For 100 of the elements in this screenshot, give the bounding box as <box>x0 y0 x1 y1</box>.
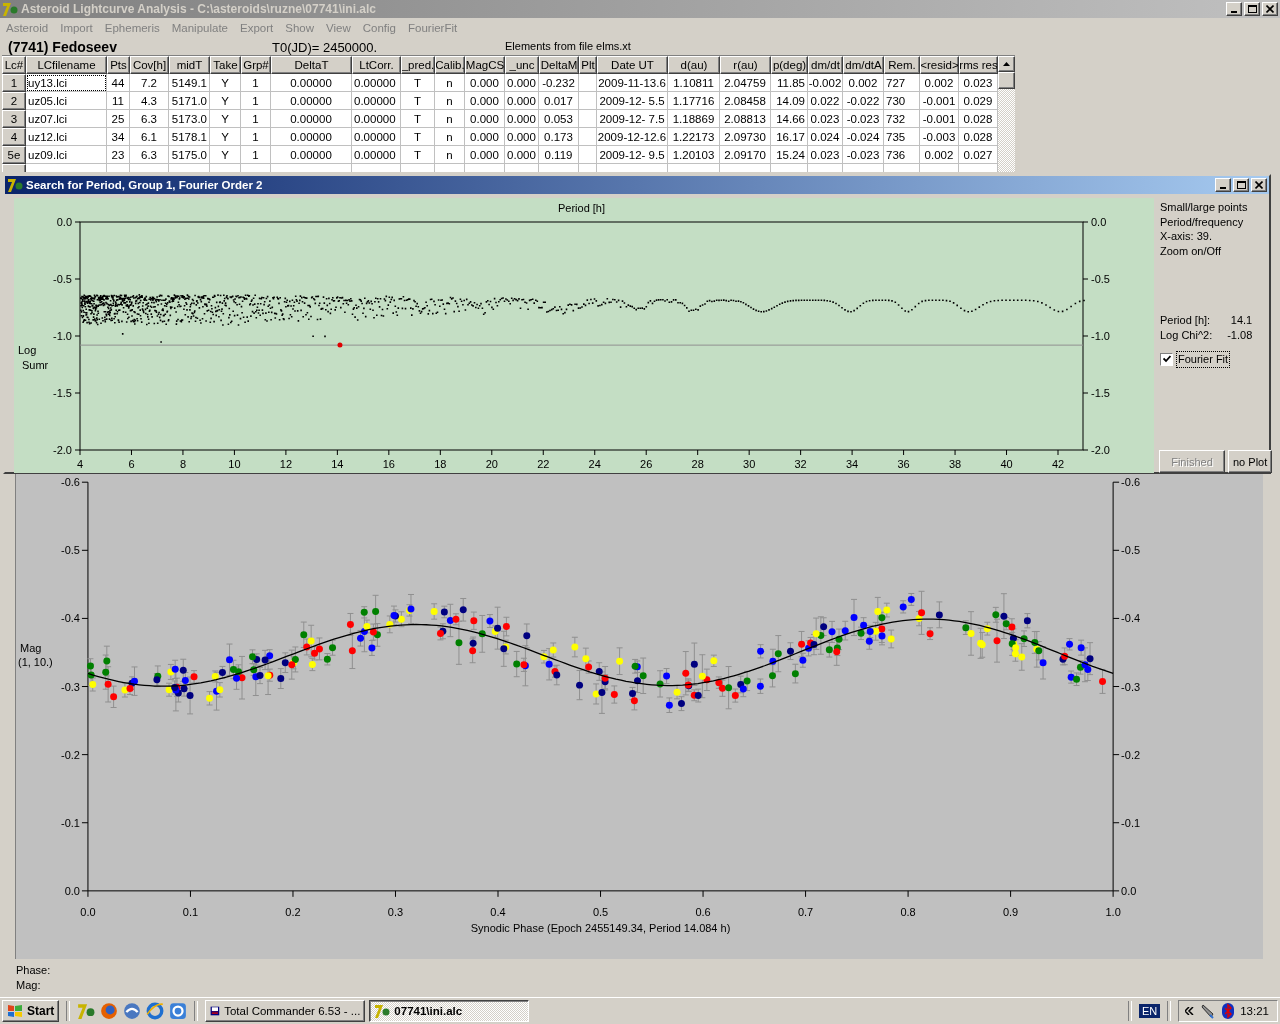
table-cell: 736 <box>884 146 920 164</box>
table-cell: 0.002 <box>843 74 884 92</box>
table-cell <box>579 74 597 92</box>
column-header[interactable]: DeltaT <box>271 56 352 74</box>
plot-option[interactable]: Period/frequency <box>1160 214 1273 229</box>
table-cell: 0.023 <box>808 110 843 128</box>
column-header[interactable]: LtCorr. <box>352 56 401 74</box>
column-header[interactable]: _pred. <box>401 56 435 74</box>
x-tick-label: 4 <box>76 458 84 470</box>
table-cell: 15.24 <box>771 146 808 164</box>
table-cell: 0.00000 <box>352 74 401 92</box>
y-tick-label: -0.2 <box>1121 748 1141 761</box>
column-header[interactable]: Cov[h] <box>130 56 169 74</box>
browser-icon[interactable] <box>100 1002 119 1020</box>
table-cell: 44 <box>107 74 130 92</box>
column-header[interactable]: r(au) <box>720 56 771 74</box>
table-cell: 14.66 <box>771 110 808 128</box>
table-cell: 0.022 <box>808 92 843 110</box>
column-header[interactable]: rms res <box>959 56 998 74</box>
x-tick-label: 18 <box>434 458 447 470</box>
plot-option[interactable]: X-axis: 39. <box>1160 229 1273 244</box>
taskbar-button[interactable]: Total Commander 6.53 - ... <box>205 1000 366 1022</box>
column-header[interactable]: LCfilename <box>26 56 107 74</box>
bluetooth-icon[interactable] <box>1222 1003 1235 1019</box>
app-icon[interactable] <box>169 1002 188 1020</box>
column-header[interactable]: _unc <box>505 56 539 74</box>
minimize-button[interactable] <box>1226 2 1242 16</box>
column-header[interactable]: Take <box>210 56 241 74</box>
table-cell: 25 <box>107 110 130 128</box>
table-cell: 0.017 <box>539 92 579 110</box>
checkbox-label[interactable]: Fourier Fit <box>1177 352 1230 367</box>
x-tick-label: 0.1 <box>182 905 199 918</box>
language-indicator[interactable]: EN <box>1138 1004 1161 1018</box>
taskbar-button[interactable]: 07741\ini.alc <box>369 1000 530 1022</box>
selected-period-point <box>337 342 343 348</box>
minimize-button[interactable] <box>1215 178 1231 192</box>
column-header[interactable]: dm/dtA <box>843 56 884 74</box>
row-header[interactable]: 2 <box>2 92 26 110</box>
maximize-button[interactable] <box>1233 178 1249 192</box>
row-header[interactable]: 4 <box>2 128 26 146</box>
x-tick-label: 0.4 <box>490 905 506 918</box>
column-header[interactable]: Grp# <box>241 56 271 74</box>
close-button[interactable] <box>1262 2 1278 16</box>
y-tick-label: -0.5 <box>1121 544 1141 557</box>
row-header[interactable]: 3 <box>2 110 26 128</box>
scrollbar-thumb[interactable] <box>998 72 1015 89</box>
column-header[interactable]: DeltaM <box>539 56 579 74</box>
close-icon <box>1255 181 1263 189</box>
column-header[interactable]: dm/dt <box>808 56 843 74</box>
column-header[interactable]: MagCS <box>465 56 505 74</box>
table-cell: 0.00000 <box>271 110 352 128</box>
column-header[interactable]: Pts <box>107 56 130 74</box>
column-header[interactable]: midT <box>169 56 210 74</box>
scrollbar[interactable] <box>998 56 1015 172</box>
start-button[interactable]: Start <box>2 1000 60 1022</box>
row-header[interactable]: 5e <box>2 146 26 164</box>
x-tick-label: 30 <box>743 458 756 470</box>
table-cell: 727 <box>884 74 920 92</box>
browser-icon[interactable] <box>146 1002 165 1020</box>
column-header[interactable]: p(deg) <box>771 56 808 74</box>
app-logo-icon[interactable] <box>77 1002 96 1020</box>
table-cell: 2009-12-12.6 <box>597 128 668 146</box>
table-cell: 0.00000 <box>352 128 401 146</box>
period-value: 14.1 <box>1230 313 1253 328</box>
row-header[interactable]: 1 <box>2 74 26 92</box>
column-header[interactable]: Calib. <box>435 56 465 74</box>
close-button[interactable] <box>1251 178 1267 192</box>
table-cell: 732 <box>884 110 920 128</box>
y-tick-label: -0.6 <box>61 476 80 489</box>
double-chevron-icon[interactable] <box>1185 1007 1195 1015</box>
table-cell: 1.17716 <box>668 92 720 110</box>
table-cell: 0.002 <box>920 146 959 164</box>
y-tick-label: -0.5 <box>1091 273 1110 285</box>
table-cell: 0.000 <box>465 146 505 164</box>
table-cell: uz12.lci <box>26 128 107 146</box>
plot-option[interactable]: Small/large points <box>1160 200 1273 215</box>
x-tick-label: 0.6 <box>695 905 711 918</box>
table-cell: 5171.0 <box>169 92 210 110</box>
table-cell: 34 <box>107 128 130 146</box>
table-cell: 1 <box>241 128 271 146</box>
chi-label: Log Chi^2: <box>1160 327 1213 342</box>
column-header[interactable]: Date UT <box>597 56 668 74</box>
plot-option[interactable]: Zoom on/Off <box>1160 243 1273 258</box>
column-header[interactable]: <resid> <box>920 56 959 74</box>
maximize-button[interactable] <box>1244 2 1260 16</box>
table-cell: 735 <box>884 128 920 146</box>
y-tick-label: -0.1 <box>1121 816 1141 829</box>
y-tick-label: -0.1 <box>61 816 80 829</box>
column-header[interactable]: d(au) <box>668 56 720 74</box>
y-tick-label: -1.5 <box>53 387 72 399</box>
column-header[interactable]: Rem. <box>884 56 920 74</box>
table-cell: 0.000 <box>465 92 505 110</box>
column-header[interactable]: Lc# <box>2 56 26 74</box>
y-axis-title: (1, 10.) <box>18 656 53 669</box>
x-tick-label: 1.0 <box>1105 905 1121 918</box>
column-header[interactable]: Plt <box>579 56 597 74</box>
fourier-fit-checkbox[interactable] <box>1160 352 1173 366</box>
no-plot-button[interactable]: no Plot <box>1228 450 1273 473</box>
table-cell: -0.002 <box>808 74 843 92</box>
x-tick-label: 28 <box>691 458 704 470</box>
